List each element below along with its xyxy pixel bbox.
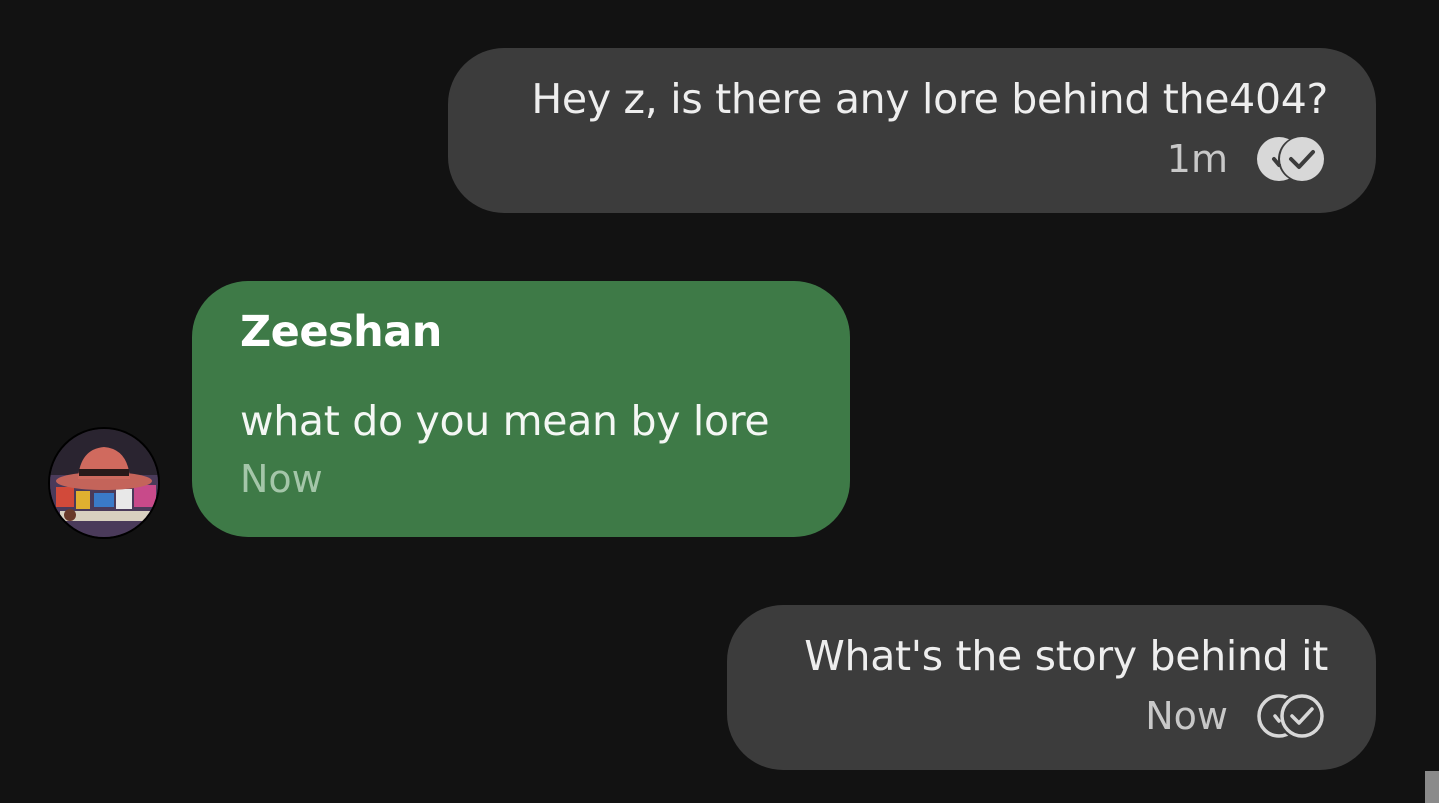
incoming-message-bubble[interactable]: Zeeshan what do you mean by lore Now (192, 281, 850, 537)
message-timestamp: Now (1145, 694, 1228, 738)
message-meta: Now (775, 692, 1328, 740)
message-meta: 1m (496, 135, 1328, 183)
message-text: what do you mean by lore (240, 397, 770, 445)
outgoing-message-bubble[interactable]: Hey z, is there any lore behind the404? … (448, 48, 1376, 213)
message-timestamp: Now (240, 457, 323, 501)
read-receipt-icon (1254, 135, 1328, 183)
message-timestamp: 1m (1166, 137, 1228, 181)
delivered-receipt-icon (1254, 692, 1328, 740)
chat-thread[interactable]: Hey z, is there any lore behind the404? … (0, 0, 1439, 803)
scrollbar-thumb[interactable] (1425, 771, 1439, 803)
contact-avatar[interactable] (48, 427, 160, 539)
message-text: What's the story behind it (804, 632, 1328, 680)
sender-name[interactable]: Zeeshan (240, 307, 802, 357)
outgoing-message-bubble[interactable]: What's the story behind it Now (727, 605, 1376, 770)
avatar-image (50, 429, 158, 537)
message-text: Hey z, is there any lore behind the404? (531, 75, 1328, 123)
